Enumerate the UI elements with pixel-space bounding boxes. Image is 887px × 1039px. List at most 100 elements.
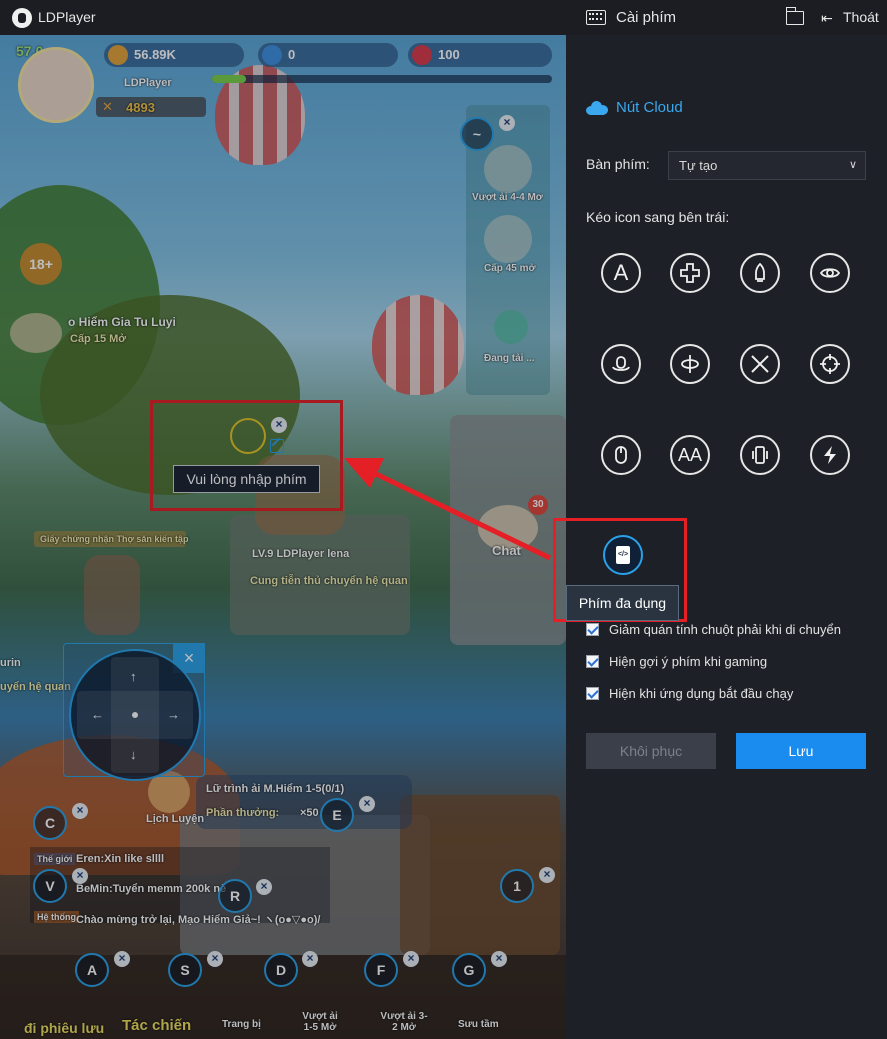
exit-icon[interactable]: ⇤	[821, 10, 835, 26]
mouse-icon[interactable]	[601, 435, 641, 475]
skill-bullet-icon[interactable]	[740, 253, 780, 293]
chat-tag-world: Thế giới	[34, 853, 76, 865]
reset-button[interactable]: Khôi phục	[586, 733, 716, 769]
title-bar: LDPlayer Cài phím ⇤ Thoát	[0, 0, 887, 35]
remove-key-g-icon[interactable]: ×	[491, 951, 507, 967]
bottom-nav-equipment[interactable]: Trang bị	[222, 1019, 261, 1030]
mouse-rotate-icon[interactable]	[601, 344, 641, 384]
checkbox-2-tick-icon[interactable]	[586, 655, 599, 668]
dpad-tool-icon[interactable]	[670, 253, 710, 293]
coins-bar[interactable]: 56.89K	[104, 43, 244, 67]
multi-purpose-key-icon[interactable]: </>	[603, 535, 643, 575]
key-a[interactable]: A	[75, 953, 109, 987]
key-d[interactable]: D	[264, 953, 298, 987]
remove-key-s-icon[interactable]: ×	[207, 951, 223, 967]
keyboard-profile-select[interactable]: Tự tạo ∨	[668, 151, 866, 180]
remove-key-r-icon[interactable]: ×	[256, 879, 272, 895]
checkbox-show-key-hints[interactable]: Hiện gợi ý phím khi gaming	[586, 654, 767, 669]
dpad-right-arrow-icon[interactable]: →	[167, 707, 180, 722]
power-value: 4893	[126, 100, 155, 115]
key-v[interactable]: V	[33, 869, 67, 903]
chat-count-badge: 30	[528, 495, 548, 515]
reward-label: Phần thưởng:	[206, 807, 280, 819]
save-button[interactable]: Lưu	[736, 733, 866, 769]
dpad-joystick[interactable]: ↑ ↓ ← →	[69, 649, 201, 781]
key-r[interactable]: R	[218, 879, 252, 913]
key-tilde[interactable]: ~	[460, 117, 494, 151]
bottom-nav-battle[interactable]: Tác chiến	[122, 1017, 191, 1034]
key-1[interactable]: 1	[500, 869, 534, 903]
left-name-2: uyển hệ quan	[0, 681, 71, 693]
lightning-macro-icon[interactable]	[810, 435, 850, 475]
chat-line-3: Chào mừng trở lại, Mạo Hiểm Giả~! ヽ(o●▽●…	[76, 914, 321, 926]
remove-key-d-icon[interactable]: ×	[302, 951, 318, 967]
bottom-nav-collection[interactable]: Sưu tầm	[458, 1019, 499, 1030]
character-name: LV.9 LDPlayer lena	[252, 548, 350, 560]
key-e[interactable]: E	[320, 798, 354, 832]
character-title: Cung tiễn thủ chuyển hệ quan	[250, 575, 408, 587]
dpad-left-arrow-icon[interactable]: ←	[91, 707, 104, 722]
cert-text: Giấy chứng nhận Thợ săn kiến tập	[40, 534, 189, 544]
ruby-icon	[412, 45, 432, 65]
key-f[interactable]: F	[364, 953, 398, 987]
checkbox-3-label: Hiện khi ứng dụng bắt đầu chạy	[609, 686, 794, 701]
view-eye-icon[interactable]	[810, 253, 850, 293]
remove-key-v-icon[interactable]: ×	[72, 868, 88, 884]
journey-title: Lữ trình ải M.Hiểm 1-5(0/1)	[206, 783, 345, 795]
keyboard-icon	[586, 10, 606, 25]
remove-key-c-icon[interactable]: ×	[72, 803, 88, 819]
checkbox-reduce-mouse-inertia[interactable]: Giảm quán tính chuột phải khi di chuyển	[586, 622, 841, 637]
keyboard-profile-value: Tự tạo	[679, 158, 718, 173]
key-g[interactable]: G	[452, 953, 486, 987]
sword-icon: ✕	[102, 99, 113, 114]
location-title: o Hiểm Gia Tu Luyi	[68, 315, 176, 329]
quest-lock-icon-2	[484, 215, 532, 263]
remove-key-1-icon[interactable]: ×	[539, 867, 555, 883]
ldplayer-logo-icon	[12, 8, 32, 28]
cloud-button-link[interactable]: Nút Cloud	[586, 99, 683, 116]
key-input-prompt[interactable]: Vui lòng nhập phím	[173, 465, 320, 493]
reward-value: ×50	[300, 807, 319, 819]
key-c[interactable]: C	[33, 806, 67, 840]
key-s[interactable]: S	[168, 953, 202, 987]
exp-bar	[212, 75, 552, 83]
tap-key-icon[interactable]: A	[601, 253, 641, 293]
dpad-down-arrow-icon[interactable]: ↓	[130, 747, 137, 762]
dpad-up-arrow-icon[interactable]: ↑	[130, 669, 137, 684]
edit-pen-icon[interactable]	[270, 439, 284, 453]
player-avatar[interactable]	[18, 47, 94, 123]
cloud-icon	[586, 100, 608, 115]
game-screen[interactable]: 57.0 56.89K 0 100 LDPlayer ✕ 4893 18+ Vư…	[0, 35, 566, 1039]
checkbox-1-tick-icon[interactable]	[586, 623, 599, 636]
npc-sprite	[84, 555, 140, 635]
folder-icon[interactable]	[785, 7, 804, 25]
coins-value: 56.89K	[134, 47, 176, 62]
remove-key-a-icon[interactable]: ×	[114, 951, 130, 967]
crosshair-icon[interactable]	[810, 344, 850, 384]
gem-icon	[262, 45, 282, 65]
multi-purpose-tooltip: Phím đa dụng	[566, 585, 679, 621]
rubies-bar[interactable]: 100	[408, 43, 552, 67]
remove-new-key-icon[interactable]: ×	[271, 417, 287, 433]
quest-1: Vượt ải 4-4 Mơ	[472, 192, 543, 203]
remove-key-f-icon[interactable]: ×	[403, 951, 419, 967]
bottom-nav-adventure[interactable]: đi phiêu lưu	[24, 1020, 104, 1036]
age-rating-badge: 18+	[20, 243, 62, 285]
remove-key-tilde-icon[interactable]: ×	[499, 115, 515, 131]
shake-phone-icon[interactable]	[740, 435, 780, 475]
new-key-marker[interactable]	[230, 418, 266, 454]
dpad-control[interactable]: × ↑ ↓ ← →	[63, 643, 205, 781]
remove-key-e-icon[interactable]: ×	[359, 796, 375, 812]
repeat-key-icon[interactable]: AA	[670, 435, 710, 475]
npc-label: Lịch Luyện	[146, 813, 205, 825]
gems-bar[interactable]: 0	[258, 43, 398, 67]
coin-icon	[108, 45, 128, 65]
crossed-swords-icon[interactable]	[740, 344, 780, 384]
exit-button[interactable]: Thoát	[843, 9, 879, 25]
checkbox-show-on-start[interactable]: Hiện khi ứng dụng bắt đầu chạy	[586, 686, 793, 701]
checkbox-3-tick-icon[interactable]	[586, 687, 599, 700]
bottom-nav-stage-2[interactable]: Vượt ải 3-2 Mở	[380, 1011, 428, 1033]
gyro-rotate-icon[interactable]	[670, 344, 710, 384]
bottom-nav-stage-1[interactable]: Vượt ải 1-5 Mở	[298, 1011, 342, 1033]
player-name: LDPlayer	[124, 77, 172, 89]
